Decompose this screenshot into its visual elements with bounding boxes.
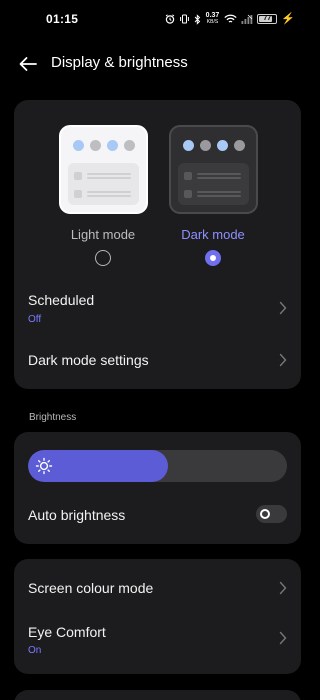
preview-dot [73,140,84,151]
bluetooth-icon [194,13,200,25]
dark-mode-settings-row[interactable]: Dark mode settings [14,340,301,380]
eye-comfort-title: Eye Comfort [28,624,106,640]
preview-row [74,190,133,200]
light-mode-label: Light mode [70,227,136,242]
network-speed: 0.37 KB/S [206,12,220,26]
preview-row [184,172,243,182]
auto-brightness-toggle[interactable] [256,505,287,523]
battery-icon: 77 [257,14,278,24]
preview-body [68,163,139,205]
wifi-icon [224,14,237,23]
screen-settings-card: Screen colour mode Eye Comfort On [14,559,301,674]
dark-mode-label: Dark mode [181,227,245,242]
battery-percent: 77 [263,15,272,22]
eye-comfort-row[interactable]: Eye Comfort On [14,615,301,667]
screen-colour-mode-row[interactable]: Screen colour mode [14,567,301,609]
screen: 01:15 0.37 KB/S 77 ⚡ Display & brightnes… [0,0,315,700]
network-speed-value: 0.37 [205,12,220,19]
theme-card: Light mode Dark mode Scheduled Off Dark … [14,100,301,389]
preview-dots [183,140,245,151]
alarm-icon [165,14,174,24]
brightness-card: Auto brightness [14,432,301,544]
light-mode-radio[interactable] [95,250,111,266]
brightness-slider[interactable] [28,450,287,482]
status-time: 01:15 [46,12,79,26]
chevron-right-icon [279,353,287,367]
vibrate-icon [179,14,189,24]
header: Display & brightness [0,44,315,84]
auto-brightness-label: Auto brightness [28,507,126,523]
next-settings-card [14,690,301,700]
status-icons: 0.37 KB/S 77 ⚡ [165,11,295,27]
status-bar: 01:15 0.37 KB/S 77 ⚡ [0,0,315,40]
scheduled-row[interactable]: Scheduled Off [14,282,301,334]
eye-comfort-value: On [28,645,42,656]
preview-dot [234,140,245,151]
screen-colour-mode-title: Screen colour mode [28,580,154,596]
preview-body [178,163,249,205]
preview-dot [183,140,194,151]
dark-mode-radio[interactable] [205,250,221,266]
chevron-right-icon [279,301,287,315]
preview-dot [107,140,118,151]
scheduled-title: Scheduled [28,292,95,308]
toggle-knob [260,509,270,519]
preview-dot [90,140,101,151]
sun-icon [35,457,53,475]
dark-mode-settings-title: Dark mode settings [28,352,149,368]
charging-icon: ⚡ [281,13,295,25]
preview-dot [124,140,135,151]
network-speed-unit: KB/S [206,19,219,25]
preview-dot [200,140,211,151]
scheduled-value: Off [28,314,42,325]
dark-mode-preview[interactable] [169,125,258,214]
preview-row [184,190,243,200]
preview-dots [73,140,135,151]
chevron-right-icon [279,581,287,595]
auto-brightness-row: Auto brightness [14,498,301,532]
preview-row [74,172,133,182]
signal-icon [241,14,253,24]
light-mode-preview[interactable] [59,125,148,214]
brightness-section-label: Brightness [29,412,77,423]
preview-dot [217,140,228,151]
chevron-right-icon [279,631,287,645]
back-arrow-icon[interactable] [16,54,40,74]
page-title: Display & brightness [51,54,188,71]
